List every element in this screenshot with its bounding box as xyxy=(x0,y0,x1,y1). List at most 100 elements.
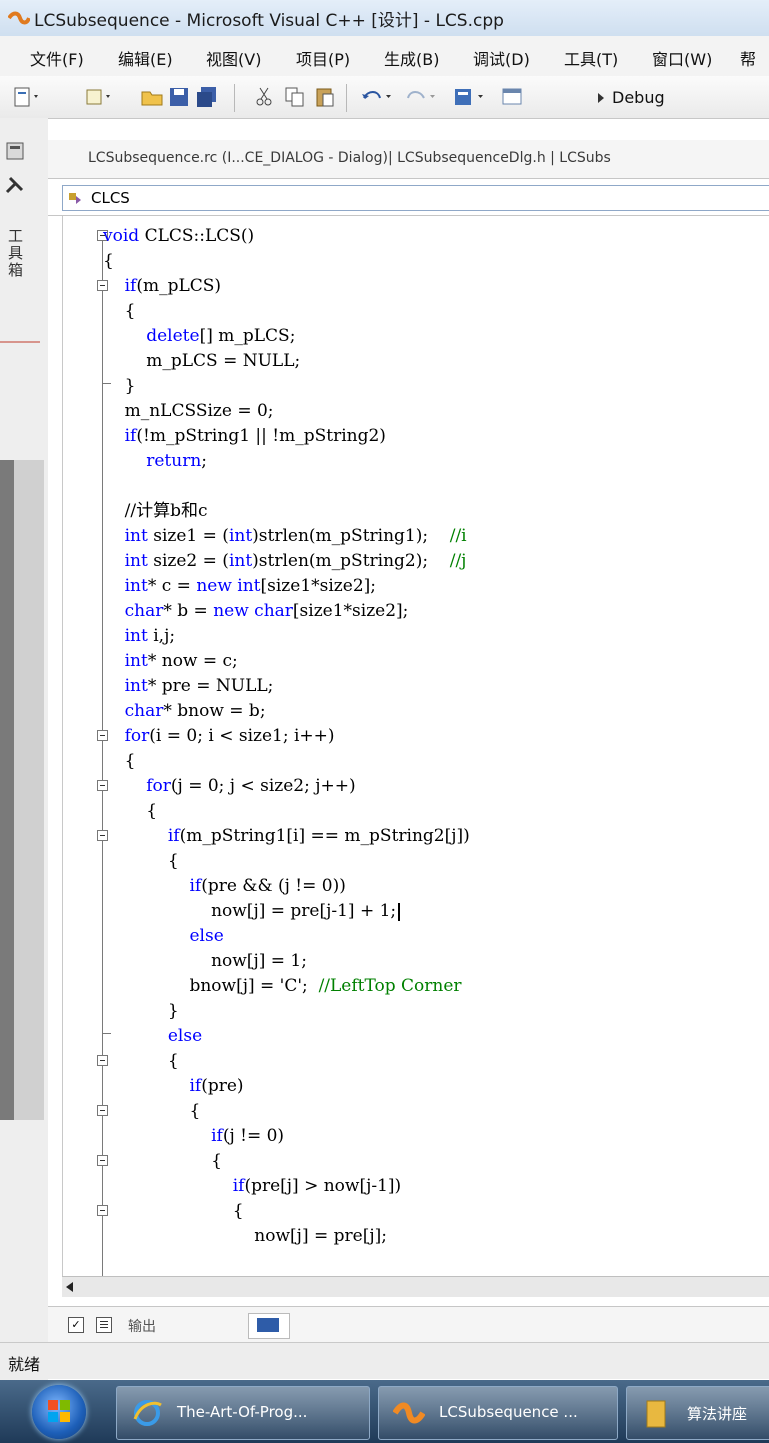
code-line: int size2 = (int)strlen(m_pString2); //j xyxy=(124,551,467,571)
menu-tools[interactable]: 工具(T) xyxy=(564,46,618,70)
code-line: { xyxy=(103,301,136,321)
class-icon xyxy=(69,193,81,204)
code-line: if(m_pString1[i] == m_pString2[j]) xyxy=(167,826,470,846)
code-line: int size1 = (int)strlen(m_pString1); //i xyxy=(124,526,467,546)
code-line: } xyxy=(103,376,136,396)
folder-icon xyxy=(646,1400,666,1428)
code-line: m_nLCSSize = 0; xyxy=(103,401,274,421)
window-title: LCSubsequence - Microsoft Visual C++ [设计… xyxy=(34,11,504,31)
toolbar-separator xyxy=(234,84,235,112)
code-line: if(m_pLCS) xyxy=(124,276,222,296)
code-line: { xyxy=(103,251,114,271)
code-line: now[j] = pre[j]; xyxy=(103,1226,387,1246)
taskbar-item-visual-studio[interactable]: LCSubsequence ... xyxy=(378,1386,618,1440)
menu-build[interactable]: 生成(B) xyxy=(384,46,439,70)
paste-icon[interactable] xyxy=(314,86,336,108)
taskbar-item-folder[interactable]: 算法讲座 xyxy=(626,1386,769,1440)
open-folder-icon[interactable] xyxy=(140,86,164,108)
code-line: int* c = new int[size1*size2]; xyxy=(124,576,376,596)
toolbox-icon[interactable] xyxy=(4,174,26,196)
menu-help[interactable]: 帮 xyxy=(740,46,756,70)
add-item-icon[interactable] xyxy=(84,86,114,108)
code-line: char* bnow = b; xyxy=(124,701,266,721)
task-list-icon[interactable]: ✓ xyxy=(68,1317,84,1333)
class-selector-bar: CLCS xyxy=(48,179,769,216)
save-all-icon[interactable] xyxy=(196,86,218,108)
horizontal-scrollbar[interactable] xyxy=(62,1276,769,1297)
start-debug-icon[interactable] xyxy=(598,93,604,103)
code-line: int i,j; xyxy=(124,626,176,646)
code-line: { xyxy=(103,1151,222,1171)
code-line: { xyxy=(103,1201,244,1221)
list-icon[interactable] xyxy=(96,1317,112,1333)
code-line: char* b = new char[size1*size2]; xyxy=(124,601,409,621)
code-line: { xyxy=(103,1051,179,1071)
visual-studio-icon xyxy=(8,11,30,25)
class-dropdown[interactable]: CLCS xyxy=(62,185,769,211)
status-bar: 就绪 xyxy=(0,1342,769,1379)
scroll-left-icon[interactable] xyxy=(66,1282,73,1292)
server-explorer-icon[interactable] xyxy=(4,140,26,162)
code-line: { xyxy=(103,851,179,871)
menu-debug[interactable]: 调试(D) xyxy=(473,46,530,70)
code-line: now[j] = pre[j-1] + 1; xyxy=(103,899,401,924)
code-line: if(!m_pString1 || !m_pString2) xyxy=(124,426,386,446)
navigate-icon[interactable] xyxy=(452,86,488,108)
taskbar: The-Art-Of-Prog... LCSubsequence ... 算法讲… xyxy=(0,1380,769,1443)
code-line: void CLCS::LCS() xyxy=(103,226,255,246)
text-caret xyxy=(398,902,401,921)
tab-output[interactable]: 输出 xyxy=(128,1316,156,1336)
start-button[interactable] xyxy=(32,1385,86,1439)
toolbar: Debug xyxy=(0,76,769,119)
menu-view[interactable]: 视图(V) xyxy=(206,46,261,70)
document-tabs: LCSubsequence.rc (I...CE_DIALOG - Dialog… xyxy=(48,140,769,179)
menu-file[interactable]: 文件(F) xyxy=(30,46,84,70)
code-line: if(pre && (j != 0)) xyxy=(189,876,346,896)
copy-icon[interactable] xyxy=(284,86,306,108)
redo-icon[interactable] xyxy=(404,86,438,108)
window-icon[interactable] xyxy=(500,86,528,108)
code-line: for(j = 0; j < size2; j++) xyxy=(146,776,356,796)
tab-list[interactable]: LCSubsequence.rc (I...CE_DIALOG - Dialog… xyxy=(88,150,611,166)
build-icon xyxy=(257,1318,279,1332)
code-line: return; xyxy=(146,451,208,471)
toolbox-label[interactable]: 工具箱 xyxy=(2,228,24,279)
build-output-button[interactable] xyxy=(248,1313,290,1339)
code-comment: //计算b和c xyxy=(103,501,208,521)
code-line: bnow[j] = 'C'; //LeftTop Corner xyxy=(103,976,462,996)
undo-icon[interactable] xyxy=(360,86,394,108)
code-line: if(j != 0) xyxy=(211,1126,285,1146)
code-line: delete[] m_pLCS; xyxy=(146,326,296,346)
code-editor[interactable]: void CLCS::LCS() { if(m_pLCS) { delete[]… xyxy=(62,216,769,1276)
save-icon[interactable] xyxy=(168,86,190,108)
outline-gutter xyxy=(63,216,83,1276)
code-line: if(pre[j] > now[j-1]) xyxy=(232,1176,402,1196)
windows-logo-icon xyxy=(48,1400,70,1422)
cut-icon[interactable] xyxy=(254,86,276,108)
code-line: int* pre = NULL; xyxy=(124,676,274,696)
toolbar-separator xyxy=(346,84,347,112)
visual-studio-icon xyxy=(393,1402,425,1424)
code-line: int* now = c; xyxy=(124,651,238,671)
background-window-edge xyxy=(0,341,44,1120)
menu-window[interactable]: 窗口(W) xyxy=(652,46,712,70)
bottom-panel-tabs: ✓ 输出 xyxy=(48,1306,769,1343)
code-line: { xyxy=(103,801,158,821)
solution-config[interactable]: Debug xyxy=(612,88,665,107)
code-line: else xyxy=(167,1026,203,1046)
code-line: { xyxy=(103,1101,201,1121)
code-line: for(i = 0; i < size1; i++) xyxy=(124,726,335,746)
code-line: m_pLCS = NULL; xyxy=(103,351,301,371)
taskbar-item-label: The-Art-Of-Prog... xyxy=(177,1403,308,1421)
code-line: if(pre) xyxy=(189,1076,244,1096)
taskbar-item-label: 算法讲座 xyxy=(687,1405,748,1423)
title-bar: LCSubsequence - Microsoft Visual C++ [设计… xyxy=(0,0,769,37)
internet-explorer-icon xyxy=(133,1400,162,1426)
menu-edit[interactable]: 编辑(E) xyxy=(118,46,173,70)
menu-bar: 文件(F) 编辑(E) 视图(V) 项目(P) 生成(B) 调试(D) 工具(T… xyxy=(0,36,769,76)
class-name: CLCS xyxy=(91,189,130,207)
menu-project[interactable]: 项目(P) xyxy=(296,46,350,70)
code-line: } xyxy=(103,1001,179,1021)
taskbar-item-browser[interactable]: The-Art-Of-Prog... xyxy=(116,1386,370,1440)
new-project-icon[interactable] xyxy=(12,86,42,108)
